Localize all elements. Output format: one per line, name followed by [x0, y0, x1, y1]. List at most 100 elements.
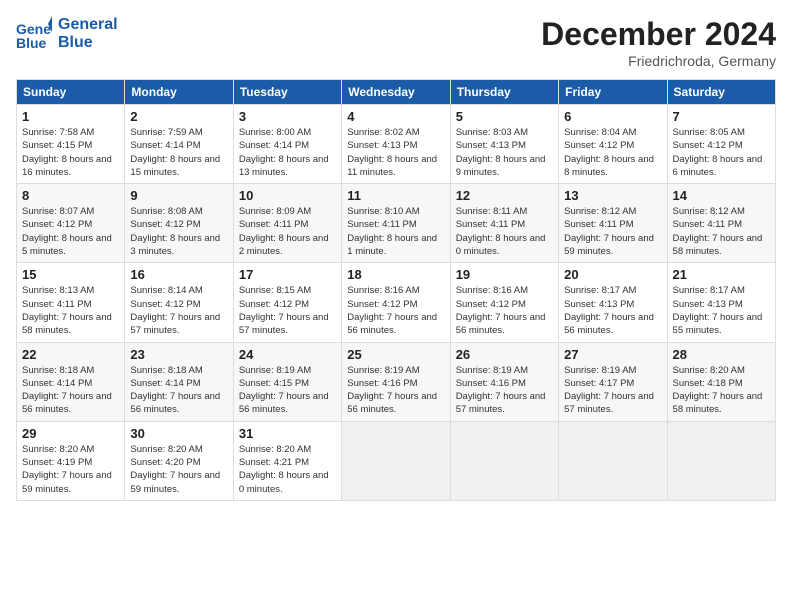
calendar-cell [342, 421, 450, 500]
day-number: 10 [239, 188, 336, 203]
calendar-week-3: 15 Sunrise: 8:13 AMSunset: 4:11 PMDaylig… [17, 263, 776, 342]
calendar-cell: 26 Sunrise: 8:19 AMSunset: 4:16 PMDaylig… [450, 342, 558, 421]
calendar-cell: 17 Sunrise: 8:15 AMSunset: 4:12 PMDaylig… [233, 263, 341, 342]
day-number: 26 [456, 347, 553, 362]
weekday-header-sunday: Sunday [17, 80, 125, 105]
calendar-cell: 8 Sunrise: 8:07 AMSunset: 4:12 PMDayligh… [17, 184, 125, 263]
day-number: 25 [347, 347, 444, 362]
day-info: Sunrise: 8:02 AMSunset: 4:13 PMDaylight:… [347, 126, 444, 179]
calendar-cell: 23 Sunrise: 8:18 AMSunset: 4:14 PMDaylig… [125, 342, 233, 421]
calendar-cell: 22 Sunrise: 8:18 AMSunset: 4:14 PMDaylig… [17, 342, 125, 421]
day-number: 12 [456, 188, 553, 203]
calendar-cell: 11 Sunrise: 8:10 AMSunset: 4:11 PMDaylig… [342, 184, 450, 263]
calendar-cell: 5 Sunrise: 8:03 AMSunset: 4:13 PMDayligh… [450, 105, 558, 184]
day-info: Sunrise: 8:11 AMSunset: 4:11 PMDaylight:… [456, 205, 553, 258]
title-block: December 2024 Friedrichroda, Germany [541, 16, 776, 69]
calendar-cell: 9 Sunrise: 8:08 AMSunset: 4:12 PMDayligh… [125, 184, 233, 263]
calendar-cell: 16 Sunrise: 8:14 AMSunset: 4:12 PMDaylig… [125, 263, 233, 342]
weekday-header-friday: Friday [559, 80, 667, 105]
calendar-cell [450, 421, 558, 500]
day-number: 24 [239, 347, 336, 362]
logo: General Blue General Blue [16, 16, 118, 52]
day-info: Sunrise: 8:03 AMSunset: 4:13 PMDaylight:… [456, 126, 553, 179]
calendar-cell: 1 Sunrise: 7:58 AMSunset: 4:15 PMDayligh… [17, 105, 125, 184]
calendar-cell: 4 Sunrise: 8:02 AMSunset: 4:13 PMDayligh… [342, 105, 450, 184]
day-info: Sunrise: 8:12 AMSunset: 4:11 PMDaylight:… [673, 205, 770, 258]
day-info: Sunrise: 8:05 AMSunset: 4:12 PMDaylight:… [673, 126, 770, 179]
calendar-header-row: SundayMondayTuesdayWednesdayThursdayFrid… [17, 80, 776, 105]
day-info: Sunrise: 7:59 AMSunset: 4:14 PMDaylight:… [130, 126, 227, 179]
day-info: Sunrise: 8:20 AMSunset: 4:20 PMDaylight:… [130, 443, 227, 496]
calendar-week-1: 1 Sunrise: 7:58 AMSunset: 4:15 PMDayligh… [17, 105, 776, 184]
day-info: Sunrise: 8:08 AMSunset: 4:12 PMDaylight:… [130, 205, 227, 258]
logo-blue: Blue [58, 34, 118, 52]
day-number: 6 [564, 109, 661, 124]
calendar-week-4: 22 Sunrise: 8:18 AMSunset: 4:14 PMDaylig… [17, 342, 776, 421]
day-number: 17 [239, 267, 336, 282]
day-info: Sunrise: 8:12 AMSunset: 4:11 PMDaylight:… [564, 205, 661, 258]
day-info: Sunrise: 8:14 AMSunset: 4:12 PMDaylight:… [130, 284, 227, 337]
calendar-week-5: 29 Sunrise: 8:20 AMSunset: 4:19 PMDaylig… [17, 421, 776, 500]
weekday-header-monday: Monday [125, 80, 233, 105]
day-info: Sunrise: 8:20 AMSunset: 4:18 PMDaylight:… [673, 364, 770, 417]
calendar-cell: 24 Sunrise: 8:19 AMSunset: 4:15 PMDaylig… [233, 342, 341, 421]
logo-icon: General Blue [16, 16, 52, 52]
day-number: 4 [347, 109, 444, 124]
calendar-cell: 7 Sunrise: 8:05 AMSunset: 4:12 PMDayligh… [667, 105, 775, 184]
day-info: Sunrise: 8:17 AMSunset: 4:13 PMDaylight:… [564, 284, 661, 337]
day-info: Sunrise: 8:07 AMSunset: 4:12 PMDaylight:… [22, 205, 119, 258]
day-info: Sunrise: 8:00 AMSunset: 4:14 PMDaylight:… [239, 126, 336, 179]
weekday-header-tuesday: Tuesday [233, 80, 341, 105]
day-info: Sunrise: 8:18 AMSunset: 4:14 PMDaylight:… [130, 364, 227, 417]
calendar-cell: 18 Sunrise: 8:16 AMSunset: 4:12 PMDaylig… [342, 263, 450, 342]
day-number: 28 [673, 347, 770, 362]
day-number: 19 [456, 267, 553, 282]
weekday-header-saturday: Saturday [667, 80, 775, 105]
day-number: 23 [130, 347, 227, 362]
day-number: 30 [130, 426, 227, 441]
day-number: 3 [239, 109, 336, 124]
day-info: Sunrise: 8:19 AMSunset: 4:16 PMDaylight:… [347, 364, 444, 417]
calendar-cell: 6 Sunrise: 8:04 AMSunset: 4:12 PMDayligh… [559, 105, 667, 184]
calendar-cell: 31 Sunrise: 8:20 AMSunset: 4:21 PMDaylig… [233, 421, 341, 500]
day-info: Sunrise: 8:17 AMSunset: 4:13 PMDaylight:… [673, 284, 770, 337]
day-number: 22 [22, 347, 119, 362]
day-number: 8 [22, 188, 119, 203]
day-info: Sunrise: 8:13 AMSunset: 4:11 PMDaylight:… [22, 284, 119, 337]
calendar-cell: 13 Sunrise: 8:12 AMSunset: 4:11 PMDaylig… [559, 184, 667, 263]
day-number: 16 [130, 267, 227, 282]
day-info: Sunrise: 8:20 AMSunset: 4:19 PMDaylight:… [22, 443, 119, 496]
calendar-cell: 20 Sunrise: 8:17 AMSunset: 4:13 PMDaylig… [559, 263, 667, 342]
calendar-cell: 29 Sunrise: 8:20 AMSunset: 4:19 PMDaylig… [17, 421, 125, 500]
location: Friedrichroda, Germany [541, 53, 776, 69]
weekday-header-wednesday: Wednesday [342, 80, 450, 105]
day-info: Sunrise: 8:16 AMSunset: 4:12 PMDaylight:… [456, 284, 553, 337]
calendar-cell: 30 Sunrise: 8:20 AMSunset: 4:20 PMDaylig… [125, 421, 233, 500]
day-info: Sunrise: 8:16 AMSunset: 4:12 PMDaylight:… [347, 284, 444, 337]
calendar-cell [667, 421, 775, 500]
day-number: 7 [673, 109, 770, 124]
day-number: 27 [564, 347, 661, 362]
day-number: 29 [22, 426, 119, 441]
calendar-cell: 27 Sunrise: 8:19 AMSunset: 4:17 PMDaylig… [559, 342, 667, 421]
day-info: Sunrise: 7:58 AMSunset: 4:15 PMDaylight:… [22, 126, 119, 179]
day-number: 1 [22, 109, 119, 124]
day-info: Sunrise: 8:15 AMSunset: 4:12 PMDaylight:… [239, 284, 336, 337]
day-number: 14 [673, 188, 770, 203]
day-info: Sunrise: 8:18 AMSunset: 4:14 PMDaylight:… [22, 364, 119, 417]
svg-text:Blue: Blue [16, 35, 47, 51]
day-info: Sunrise: 8:09 AMSunset: 4:11 PMDaylight:… [239, 205, 336, 258]
calendar-body: 1 Sunrise: 7:58 AMSunset: 4:15 PMDayligh… [17, 105, 776, 501]
day-number: 11 [347, 188, 444, 203]
calendar-cell: 15 Sunrise: 8:13 AMSunset: 4:11 PMDaylig… [17, 263, 125, 342]
day-info: Sunrise: 8:10 AMSunset: 4:11 PMDaylight:… [347, 205, 444, 258]
day-info: Sunrise: 8:19 AMSunset: 4:17 PMDaylight:… [564, 364, 661, 417]
day-number: 13 [564, 188, 661, 203]
day-number: 20 [564, 267, 661, 282]
calendar-cell: 21 Sunrise: 8:17 AMSunset: 4:13 PMDaylig… [667, 263, 775, 342]
day-number: 18 [347, 267, 444, 282]
calendar-cell: 3 Sunrise: 8:00 AMSunset: 4:14 PMDayligh… [233, 105, 341, 184]
calendar-cell: 14 Sunrise: 8:12 AMSunset: 4:11 PMDaylig… [667, 184, 775, 263]
day-number: 31 [239, 426, 336, 441]
day-number: 5 [456, 109, 553, 124]
